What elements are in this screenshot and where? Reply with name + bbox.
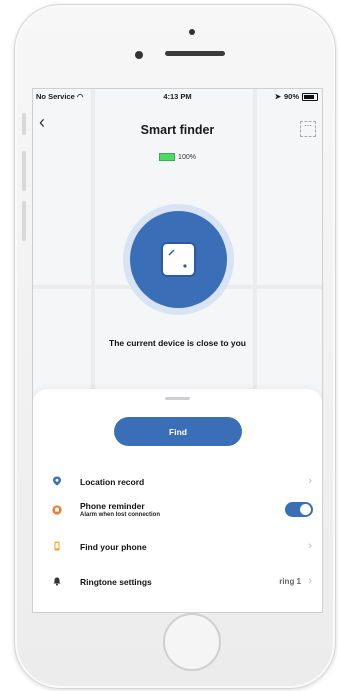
menu-item-phone-reminder: Phone reminder Alarm when lost connectio… [33,495,322,525]
volume-up-button [22,151,26,191]
volume-down-button [22,201,26,241]
find-button[interactable]: Find [114,417,242,446]
mute-switch [22,113,26,135]
location-pin-icon [53,476,61,486]
status-right: ➤ 90% [275,92,318,101]
menu-item-label: Ringtone settings [80,577,152,587]
bell-icon [53,577,61,586]
menu-item-location-record[interactable]: Location record › [33,467,322,497]
menu-item-label: Phone reminder [80,501,145,511]
chevron-right-icon: › [308,575,312,587]
phone-search-icon [54,541,60,551]
battery-level-icon [159,153,176,161]
front-camera [135,51,143,59]
menu-item-label: Find your phone [80,542,147,552]
chevron-right-icon: › [308,475,312,487]
earpiece-speaker [165,51,225,56]
bell-alarm-icon [52,505,62,515]
phone-reminder-toggle[interactable] [285,502,313,517]
bottom-sheet: Find Location record › Phone reminder Al… [33,389,322,612]
device-battery-percent: 100% [178,153,196,161]
ringtone-value: ring 1 [279,577,301,586]
page-title: Smart finder [140,123,215,137]
proximity-sensor [189,29,195,35]
location-arrow-icon: ➤ [274,92,281,101]
menu-item-label: Location record [80,477,145,487]
sheet-handle[interactable] [165,397,190,400]
more-icon[interactable]: ··· [300,121,316,137]
device-battery: 100% [33,153,322,161]
nav-bar: ‹ Smart finder ··· [33,111,322,139]
battery-icon [302,92,318,101]
proximity-message: The current device is close to you [109,338,246,348]
chevron-right-icon: › [308,540,312,552]
battery-percent: 90% [283,92,299,101]
app-screen: No Service ◠ 4:13 PM ➤ 90% ‹ Smart finde… [32,88,323,613]
menu-item-find-your-phone[interactable]: Find your phone › [33,532,322,562]
menu-item-ringtone-settings[interactable]: Ringtone settings ring 1 › [33,567,322,597]
menu-item-sublabel: Alarm when lost connection [80,512,161,518]
tracker-device-icon [161,242,196,277]
home-button[interactable] [163,613,221,671]
status-bar: No Service ◠ 4:13 PM ➤ 90% [33,89,322,105]
